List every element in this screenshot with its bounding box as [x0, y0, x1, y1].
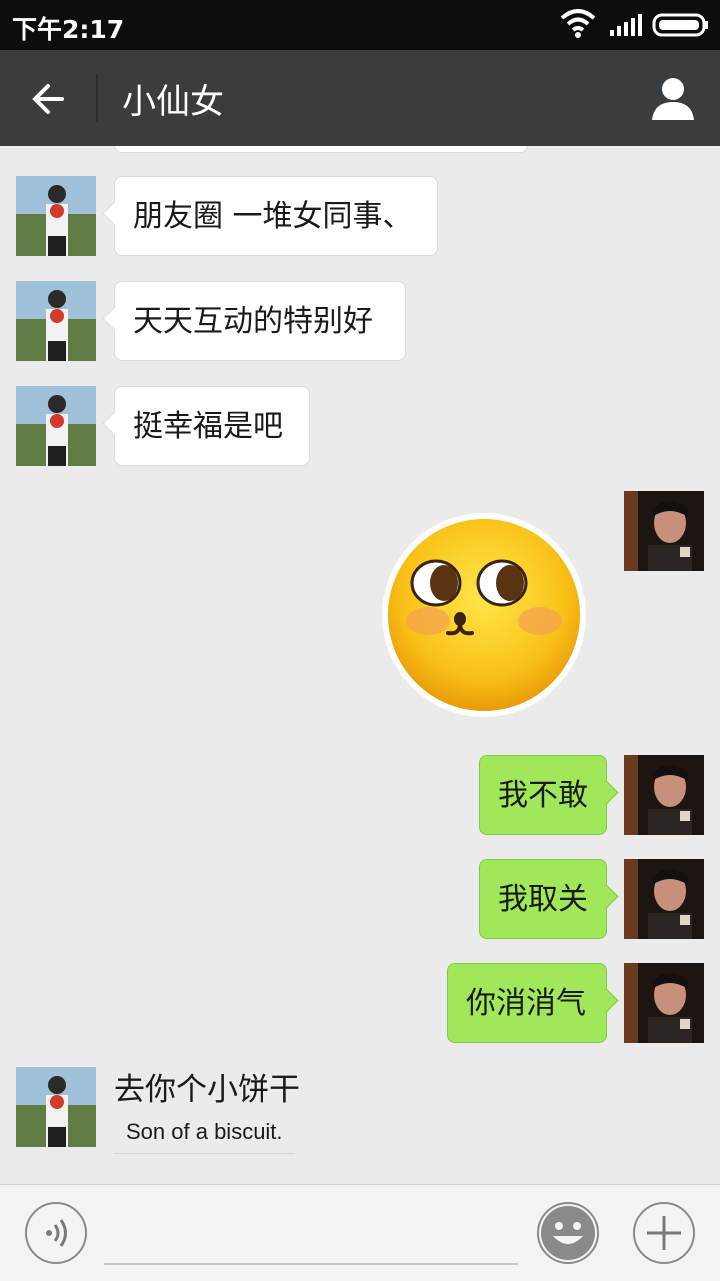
smiley-icon: [541, 1206, 595, 1260]
contact-avatar[interactable]: [16, 281, 96, 361]
contact-avatar[interactable]: [16, 386, 96, 466]
signal-icon: [608, 12, 642, 42]
contact-avatar[interactable]: [16, 176, 96, 256]
wifi-icon: [560, 8, 596, 42]
my-avatar[interactable]: [624, 755, 704, 835]
message-text: 挺幸福是吧: [133, 409, 283, 444]
message-text: 朋友圈 一堆女同事、: [133, 199, 413, 234]
message-text: 我不敢: [498, 778, 588, 813]
status-bar: 下午2:17: [0, 0, 720, 50]
emoji-button[interactable]: [537, 1202, 599, 1264]
message-text: 天天互动的特别好: [133, 304, 373, 339]
status-time: 下午2:17: [12, 15, 125, 44]
sent-message-bubble[interactable]: 我不敢: [479, 755, 607, 835]
my-avatar[interactable]: [624, 491, 704, 571]
message-text: 我取关: [498, 882, 588, 917]
header-divider: [96, 74, 98, 122]
more-options-button[interactable]: [633, 1202, 695, 1264]
back-arrow-icon[interactable]: [22, 72, 76, 126]
translation-text: Son of a biscuit.: [114, 1115, 295, 1154]
received-message-bubble[interactable]: 天天互动的特别好: [114, 281, 406, 361]
translated-message[interactable]: 去你个小饼干 Son of a biscuit.: [114, 1064, 300, 1154]
my-avatar[interactable]: [624, 963, 704, 1043]
my-avatar[interactable]: [624, 859, 704, 939]
voice-input-button[interactable]: [25, 1202, 87, 1264]
message-text: 去你个小饼干: [114, 1072, 300, 1108]
received-message-bubble[interactable]: 挺幸福是吧: [114, 386, 310, 466]
contact-profile-icon[interactable]: [646, 72, 700, 126]
message-text: 你消消气: [466, 986, 586, 1021]
message-list[interactable]: 朋友圈 一堆女同事、 天天互动的特别好 挺幸福是吧 我不敢 我取关 你消消气 去…: [0, 146, 720, 1184]
plus-icon: [647, 1216, 681, 1250]
chat-title: 小仙女: [122, 82, 224, 122]
received-message-bubble[interactable]: 朋友圈 一堆女同事、: [114, 176, 438, 256]
battery-icon: [652, 12, 710, 42]
message-input-bar: [0, 1184, 720, 1281]
contact-avatar[interactable]: [16, 1067, 96, 1147]
voice-icon: [46, 1219, 67, 1247]
blushing-face-sticker[interactable]: [380, 511, 588, 719]
message-input[interactable]: [104, 1263, 518, 1265]
sent-message-bubble[interactable]: 我取关: [479, 859, 607, 939]
sent-message-bubble[interactable]: 你消消气: [447, 963, 607, 1043]
partial-message-bubble: [114, 146, 528, 153]
chat-header: 小仙女: [0, 50, 720, 146]
